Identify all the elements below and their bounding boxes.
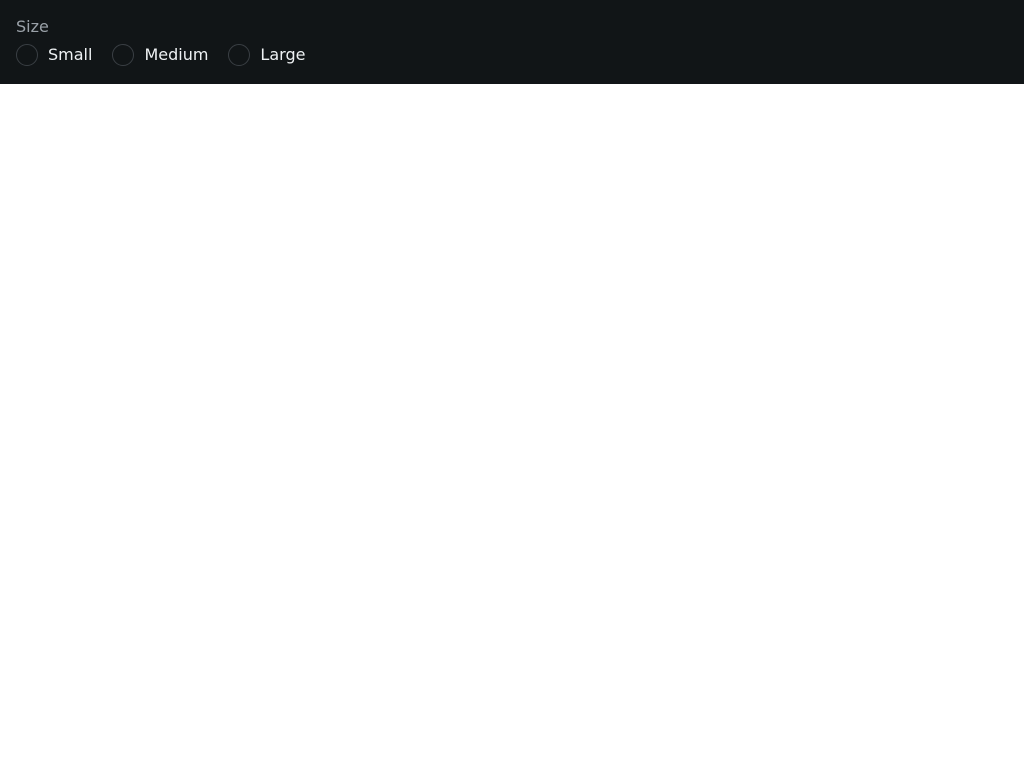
radio-option-medium[interactable]: Medium: [112, 44, 208, 66]
size-radio-panel: Size Small Medium Large: [0, 0, 1024, 84]
radio-label-small[interactable]: Small: [48, 44, 92, 66]
radio-button-medium[interactable]: [112, 44, 135, 66]
size-radio-group: Small Medium Large: [16, 43, 1008, 67]
radio-option-large[interactable]: Large: [228, 44, 305, 66]
radio-label-medium[interactable]: Medium: [144, 44, 208, 66]
radio-button-small[interactable]: [16, 44, 38, 66]
radio-button-large[interactable]: [228, 44, 251, 66]
main-content-area: [0, 84, 1024, 768]
radio-label-large[interactable]: Large: [260, 44, 305, 66]
size-label: Size: [16, 17, 49, 36]
radio-option-small[interactable]: Small: [16, 44, 92, 66]
